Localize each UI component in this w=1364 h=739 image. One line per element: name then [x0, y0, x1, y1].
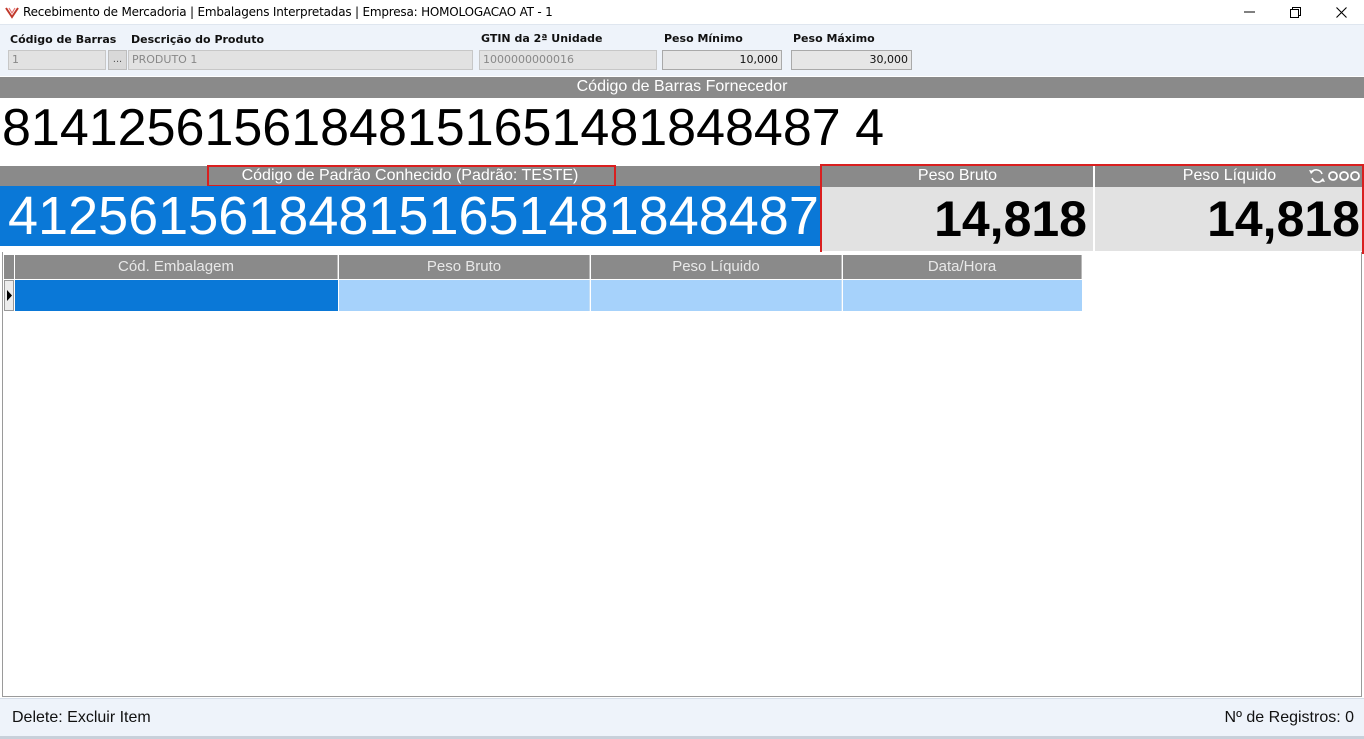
supplier-barcode-header: Código de Barras Fornecedor	[0, 77, 1364, 98]
title-bar: Recebimento de Mercadoria | Embalagens I…	[0, 0, 1364, 24]
grid-corner	[4, 255, 14, 279]
pattern-code-value: 412561561848151651481848487 4	[0, 186, 820, 246]
close-icon	[1335, 6, 1347, 18]
close-button[interactable]	[1318, 0, 1364, 24]
table-row-cell-datetime[interactable]	[843, 280, 1082, 311]
column-header-datetime[interactable]: Data/Hora	[843, 255, 1082, 279]
status-bar: Delete: Excluir Item Nº de Registros: 0	[0, 698, 1364, 736]
supplier-barcode-value: 81412561561848151651481848487 4	[2, 99, 885, 157]
product-field[interactable]: PRODUTO 1	[128, 50, 473, 70]
weights-highlight	[820, 164, 1364, 254]
minimize-icon	[1243, 11, 1255, 13]
table-row-cell-net-weight[interactable]	[591, 280, 842, 311]
column-header-package-code[interactable]: Cód. Embalagem	[15, 255, 338, 279]
window-title: Recebimento de Mercadoria | Embalagens I…	[23, 5, 553, 19]
app-logo-icon	[5, 7, 19, 19]
pattern-title-highlight	[207, 165, 616, 187]
gtin-label: GTIN da 2ª Unidade	[481, 32, 603, 45]
min-weight-field[interactable]: 10,000	[662, 50, 782, 70]
packages-grid[interactable]	[2, 252, 1362, 697]
restore-icon	[1289, 6, 1301, 18]
max-weight-label: Peso Máximo	[793, 32, 875, 45]
barcode-lookup-button[interactable]: ...	[108, 50, 127, 70]
minimize-button[interactable]	[1226, 0, 1272, 24]
max-weight-field[interactable]: 30,000	[791, 50, 912, 70]
gtin-field[interactable]: 1000000000016	[479, 50, 657, 70]
restore-button[interactable]	[1272, 0, 1318, 24]
min-weight-label: Peso Mínimo	[664, 32, 743, 45]
row-pointer-icon	[7, 290, 12, 301]
product-label: Descrição do Produto	[131, 33, 265, 46]
barcode-field[interactable]: 1	[8, 50, 106, 70]
table-row-cell-package-code[interactable]	[15, 280, 338, 311]
column-header-net-weight[interactable]: Peso Líquido	[591, 255, 842, 279]
barcode-label: Código de Barras	[10, 33, 117, 46]
delete-hint: Delete: Excluir Item	[12, 709, 151, 726]
column-header-gross-weight[interactable]: Peso Bruto	[339, 255, 590, 279]
record-count: Nº de Registros: 0	[1224, 709, 1354, 726]
row-indicator[interactable]	[4, 280, 14, 311]
product-header: Código de Barras 1 ... Descrição do Prod…	[0, 24, 1364, 76]
table-row-cell-gross-weight[interactable]	[339, 280, 590, 311]
